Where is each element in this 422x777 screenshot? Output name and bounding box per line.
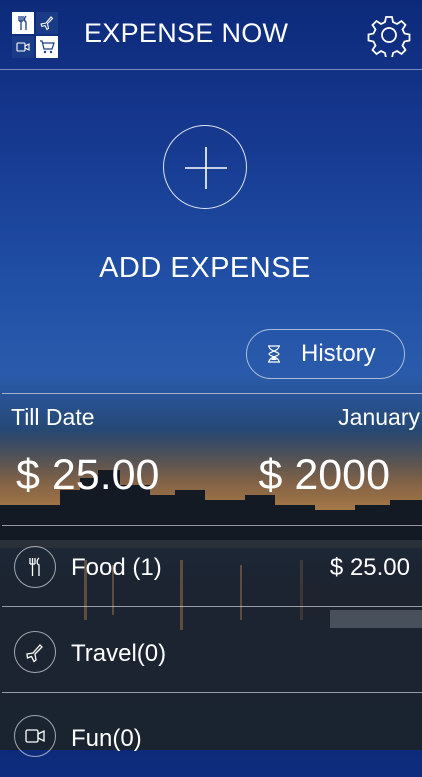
category-label: Fun(0) (71, 725, 142, 752)
utensils-icon (12, 12, 34, 34)
till-date-amount: $ 25.00 (16, 451, 160, 499)
history-button[interactable]: History (246, 329, 405, 379)
gear-icon (367, 16, 411, 57)
hourglass-icon (267, 345, 283, 363)
add-expense-label[interactable]: ADD EXPENSE (0, 252, 410, 285)
utensils-icon (14, 546, 56, 588)
video-icon (12, 36, 34, 58)
plane-icon (36, 12, 58, 34)
cart-icon (36, 36, 58, 58)
video-icon (14, 715, 56, 757)
plus-icon (185, 147, 227, 189)
category-label: Food (1) (71, 554, 162, 581)
category-row-food[interactable]: Food (1) $ 25.00 (0, 526, 422, 610)
plane-icon (14, 631, 56, 673)
category-amount: $ 25.00 (329, 554, 410, 581)
app-title: EXPENSE NOW (84, 18, 289, 48)
top-bar: EXPENSE NOW (0, 0, 422, 70)
app-logo (12, 12, 58, 58)
settings-button[interactable] (365, 11, 413, 59)
month-budget-amount: $ 2000 (258, 451, 390, 499)
category-row-travel[interactable]: Travel(0) (0, 607, 422, 691)
divider (2, 393, 422, 394)
till-date-label: Till Date (11, 404, 95, 430)
category-row-fun[interactable]: Fun(0) (0, 693, 422, 777)
category-label: Travel(0) (71, 640, 167, 667)
month-label: January (338, 404, 420, 430)
history-label: History (301, 340, 376, 367)
add-expense-button[interactable] (163, 125, 247, 209)
